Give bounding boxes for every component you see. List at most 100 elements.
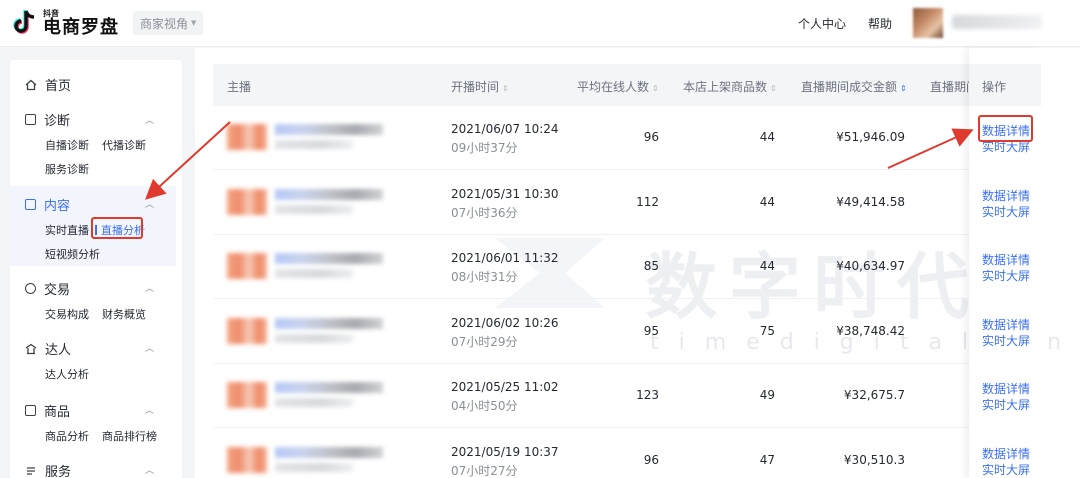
- sidebar-item-realtime-live[interactable]: 实时直播: [45, 222, 89, 238]
- shelf-goods: 47: [759, 452, 775, 467]
- data-detail-link[interactable]: 数据详情: [982, 187, 1030, 204]
- start-time: 2021/06/07 10:24: [451, 122, 559, 136]
- sidebar-item-finance-overview[interactable]: 财务概览: [102, 306, 146, 322]
- realtime-screen-link[interactable]: 实时大屏: [982, 461, 1030, 478]
- data-detail-link[interactable]: 数据详情: [982, 445, 1030, 462]
- logo-title: 电商罗盘: [43, 16, 119, 38]
- anchor-id-redacted: [275, 462, 353, 472]
- highlight-box: [91, 217, 143, 239]
- col-header-avg-online[interactable]: 平均在线人数 ⇕: [577, 78, 659, 95]
- avg-online: 96: [643, 130, 659, 144]
- chevron-up-icon[interactable]: ︿: [145, 113, 154, 126]
- shelf-goods: 75: [759, 323, 775, 338]
- start-time: 2021/06/01 11:32: [451, 251, 559, 265]
- anchor-name-redacted: [275, 124, 383, 135]
- sidebar-group-service: 服务 ︿: [10, 456, 176, 478]
- trade-icon: [25, 283, 36, 294]
- col-header-anchor: 主播: [227, 80, 252, 94]
- realtime-screen-link[interactable]: 实时大屏: [982, 332, 1030, 349]
- goods-icon: [25, 405, 36, 416]
- diagnosis-icon: [25, 114, 36, 125]
- sort-icon[interactable]: ⇕: [652, 84, 659, 93]
- realtime-screen-link[interactable]: 实时大屏: [982, 267, 1030, 284]
- gmv: ¥49,414.58: [836, 194, 905, 209]
- start-time: 2021/05/31 10:30: [451, 186, 559, 201]
- sort-desc-icon[interactable]: ⇕: [900, 84, 907, 93]
- anchor-id-redacted: [275, 333, 353, 343]
- chevron-up-icon[interactable]: ︿: [145, 463, 154, 476]
- sidebar-group-title-service[interactable]: 服务: [25, 461, 71, 478]
- anchor-id-redacted: [275, 204, 353, 214]
- chevron-down-icon: ▼: [191, 19, 197, 27]
- shelf-goods: 44: [759, 194, 775, 209]
- sidebar-group-title-diagnosis[interactable]: 诊断: [25, 110, 70, 129]
- sidebar-group-label: 内容: [44, 199, 71, 214]
- avg-online: 123: [636, 388, 659, 402]
- col-header-gmv[interactable]: 直播期间成交金额 ⇕: [801, 78, 907, 95]
- sidebar-group-label: 达人: [45, 343, 72, 358]
- top-header: 抖音 电商罗盘 商家视角 ▼ 个人中心 帮助: [0, 0, 1080, 47]
- sidebar-group-goods: 商品 ︿ 商品分析 商品排行榜: [10, 396, 176, 452]
- sidebar-item-short-video-analysis[interactable]: 短视频分析: [45, 246, 100, 262]
- anchor-id-redacted: [275, 269, 353, 278]
- sidebar-group-title-content[interactable]: 内容: [25, 195, 70, 214]
- sort-icon[interactable]: ⇕: [770, 84, 777, 93]
- highlight-box: [978, 115, 1033, 142]
- duration: 04小时50分: [451, 399, 518, 413]
- anchor-name-redacted: [275, 253, 383, 264]
- help-link[interactable]: 帮助: [868, 15, 892, 32]
- duration: 09小时37分: [451, 141, 518, 155]
- sidebar-item-home[interactable]: 首页: [10, 72, 176, 96]
- col-header-label: 本店上架商品数: [683, 80, 768, 94]
- service-icon: [27, 466, 35, 475]
- gmv: ¥40,634.97: [836, 259, 905, 273]
- table-header: 主播 开播时间 ⇕ 平均在线人数 ⇕ 本店上架商品数 ⇕ 直播期间成交金额 ⇕ 直播期间: [213, 64, 1041, 106]
- gmv: ¥51,946.09: [836, 130, 905, 144]
- data-detail-link[interactable]: 数据详情: [982, 316, 1030, 333]
- sidebar-item-service-diagnosis[interactable]: 服务诊断: [45, 161, 89, 177]
- user-name-redacted[interactable]: [952, 15, 1042, 29]
- view-selector[interactable]: 商家视角 ▼: [133, 11, 203, 35]
- col-header-start-time[interactable]: 开播时间 ⇕: [451, 78, 509, 95]
- sort-icon[interactable]: ⇕: [502, 84, 509, 93]
- chevron-up-icon[interactable]: ︿: [145, 281, 154, 294]
- anchor-id-redacted: [275, 398, 353, 407]
- data-detail-link[interactable]: 数据详情: [982, 380, 1030, 397]
- action-column: 操作 数据详情 实时大屏 数据详情 实时大屏 数据详情 实时大屏 数据详情 实时大屏 数据详情实…: [969, 48, 1041, 478]
- anchor-avatar-redacted: [227, 253, 267, 279]
- sidebar-group-title-goods[interactable]: 商品: [25, 401, 70, 420]
- table-row: 2021/06/01 11:32 08小时31分 85 44 ¥40,634.97: [213, 235, 1041, 299]
- shelf-goods: 44: [759, 130, 775, 144]
- home-icon: [25, 79, 37, 90]
- table-row: 2021/05/19 10:37 07小时27分 96 47 ¥30,510.3: [213, 429, 1041, 478]
- chevron-up-icon[interactable]: ︿: [145, 403, 154, 416]
- sidebar-item-goods-ranking[interactable]: 商品排行榜: [102, 428, 157, 444]
- main-content: 数字时代 timedigital.cn 主播 开播时间 ⇕ 平均在线人数 ⇕ 本店上…: [195, 48, 1080, 478]
- realtime-screen-link[interactable]: 实时大屏: [982, 396, 1030, 413]
- anchor-avatar-redacted: [227, 317, 267, 344]
- sidebar-group-label: 诊断: [44, 114, 71, 129]
- avg-online: 96: [643, 452, 659, 467]
- personal-center-link[interactable]: 个人中心: [798, 15, 846, 32]
- col-header-action-cell: 操作: [969, 64, 1041, 106]
- app-logo[interactable]: 抖音 电商罗盘: [13, 9, 119, 37]
- douyin-logo-icon: [13, 10, 35, 34]
- sidebar-item-agent-broadcast-diagnosis[interactable]: 代播诊断: [102, 137, 146, 153]
- sidebar-item-trade-composition[interactable]: 交易构成: [45, 306, 89, 322]
- chevron-up-icon[interactable]: ︿: [145, 197, 154, 210]
- sidebar-item-talent-analysis[interactable]: 达人分析: [45, 366, 89, 382]
- col-header-shelf-goods[interactable]: 本店上架商品数 ⇕: [683, 78, 777, 95]
- view-selector-value: 商家视角: [140, 16, 189, 31]
- sidebar-group-diagnosis: 诊断 ︿ 自播诊断 代播诊断 服务诊断: [10, 106, 176, 178]
- gmv: ¥32,675.7: [843, 388, 905, 402]
- document-icon: [25, 199, 36, 210]
- sidebar-group-title-trade[interactable]: 交易: [25, 279, 70, 298]
- data-detail-link[interactable]: 数据详情: [982, 251, 1030, 268]
- sidebar: 首页 诊断 ︿ 自播诊断 代播诊断 服务诊断 内容 ︿ 实时直播 直播分析 短视…: [10, 60, 182, 478]
- sidebar-item-goods-analysis[interactable]: 商品分析: [45, 428, 89, 444]
- avatar[interactable]: [913, 8, 943, 38]
- chevron-up-icon[interactable]: ︿: [145, 341, 154, 354]
- sidebar-group-title-talent[interactable]: 达人: [25, 339, 71, 358]
- realtime-screen-link[interactable]: 实时大屏: [982, 203, 1030, 220]
- sidebar-item-self-broadcast-diagnosis[interactable]: 自播诊断: [45, 137, 89, 153]
